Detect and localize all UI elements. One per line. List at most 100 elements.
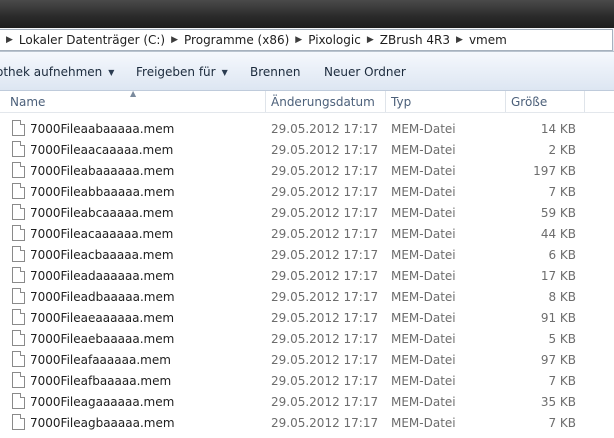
column-divider[interactable] — [584, 91, 585, 112]
file-date: 29.05.2012 17:17 — [271, 374, 379, 388]
file-name: 7000Fileaeaaaaaa.mem — [30, 311, 175, 325]
file-icon — [12, 267, 25, 283]
file-row[interactable]: 7000Fileafaaaaaa.mem 29.05.2012 17:17 ME… — [0, 349, 614, 370]
column-divider[interactable] — [385, 91, 386, 112]
dropdown-arrow-icon: ▼ — [108, 68, 115, 77]
file-icon — [12, 225, 25, 241]
file-row[interactable]: 7000Fileaebaaaaa.mem 29.05.2012 17:17 ME… — [0, 328, 614, 349]
file-row[interactable]: 7000Fileaacaaaaa.mem 29.05.2012 17:17 ME… — [0, 139, 614, 160]
file-row[interactable]: 7000Fileabbaaaaa.mem 29.05.2012 17:17 ME… — [0, 181, 614, 202]
file-icon — [12, 120, 25, 136]
file-date: 29.05.2012 17:17 — [271, 311, 379, 325]
file-row[interactable]: 7000Fileaeaaaaaa.mem 29.05.2012 17:17 ME… — [0, 307, 614, 328]
chevron-right-icon[interactable]: ▶ — [171, 35, 178, 45]
file-date: 29.05.2012 17:17 — [271, 143, 379, 157]
file-row[interactable]: 7000Fileabcaaaaa.mem 29.05.2012 17:17 ME… — [0, 202, 614, 223]
file-icon — [12, 141, 25, 157]
file-name: 7000Fileabaaaaaa.mem — [30, 164, 175, 178]
burn-button[interactable]: Brennen — [250, 65, 300, 79]
file-name: 7000Fileabcaaaaa.mem — [30, 206, 174, 220]
file-size: 6 KB — [548, 248, 576, 262]
file-type: MEM-Datei — [391, 374, 456, 388]
file-type: MEM-Datei — [391, 227, 456, 241]
breadcrumb-item-drive[interactable]: Lokaler Datenträger (C:) — [19, 33, 165, 47]
file-icon — [12, 162, 25, 178]
file-date: 29.05.2012 17:17 — [271, 332, 379, 346]
file-type: MEM-Datei — [391, 290, 456, 304]
chevron-right-icon[interactable]: ▶ — [456, 35, 463, 45]
breadcrumb-item-zbrush[interactable]: ZBrush 4R3 — [380, 33, 450, 47]
file-type: MEM-Datei — [391, 416, 456, 430]
file-type: MEM-Datei — [391, 332, 456, 346]
breadcrumb-item-programme[interactable]: Programme (x86) — [184, 33, 289, 47]
file-row[interactable]: 7000Fileacaaaaaa.mem 29.05.2012 17:17 ME… — [0, 223, 614, 244]
breadcrumb-item-vmem[interactable]: vmem — [469, 33, 507, 47]
file-row[interactable]: 7000Fileadbaaaaa.mem 29.05.2012 17:17 ME… — [0, 286, 614, 307]
file-name: 7000Fileabbaaaaa.mem — [30, 185, 175, 199]
address-bar: ▶ Lokaler Datenträger (C:) ▶ Programme (… — [0, 28, 614, 52]
file-type: MEM-Datei — [391, 164, 456, 178]
file-size: 17 KB — [540, 269, 576, 283]
file-date: 29.05.2012 17:17 — [271, 248, 379, 262]
file-name: 7000Fileaebaaaaa.mem — [30, 332, 175, 346]
file-row[interactable]: 7000Fileagaaaaaa.mem 29.05.2012 17:17 ME… — [0, 391, 614, 412]
file-type: MEM-Datei — [391, 143, 456, 157]
file-name: 7000Fileaabaaaaa.mem — [30, 122, 175, 136]
file-row[interactable]: 7000Fileacbaaaaa.mem 29.05.2012 17:17 ME… — [0, 244, 614, 265]
column-header-date[interactable]: Änderungsdatum — [271, 95, 375, 109]
file-size: 44 KB — [540, 227, 576, 241]
column-divider[interactable] — [505, 91, 506, 112]
file-size: 97 KB — [540, 353, 576, 367]
file-size: 59 KB — [540, 206, 576, 220]
file-size: 197 KB — [533, 164, 576, 178]
file-row[interactable]: 7000Fileafbaaaaa.mem 29.05.2012 17:17 ME… — [0, 370, 614, 391]
breadcrumb-item-pixologic[interactable]: Pixologic — [308, 33, 361, 47]
column-divider[interactable] — [265, 91, 266, 112]
include-in-library-label: othek aufnehmen — [0, 65, 103, 79]
file-type: MEM-Datei — [391, 206, 456, 220]
new-folder-button[interactable]: Neuer Ordner — [324, 65, 406, 79]
file-list: 7000Fileaabaaaaa.mem 29.05.2012 17:17 ME… — [0, 118, 614, 433]
file-icon — [12, 351, 25, 367]
file-icon — [12, 414, 25, 430]
file-icon — [12, 204, 25, 220]
file-row[interactable]: 7000Fileagbaaaaa.mem 29.05.2012 17:17 ME… — [0, 412, 614, 433]
file-name: 7000Fileagaaaaaa.mem — [30, 395, 175, 409]
file-size: 91 KB — [540, 311, 576, 325]
file-date: 29.05.2012 17:17 — [271, 164, 379, 178]
dropdown-arrow-icon: ▼ — [221, 68, 228, 77]
chevron-right-icon[interactable]: ▶ — [6, 35, 13, 45]
include-in-library-button[interactable]: othek aufnehmen ▼ — [0, 65, 114, 79]
file-date: 29.05.2012 17:17 — [271, 206, 379, 220]
file-date: 29.05.2012 17:17 — [271, 122, 379, 136]
file-size: 8 KB — [548, 290, 576, 304]
window-titlebar — [0, 0, 614, 28]
file-type: MEM-Datei — [391, 185, 456, 199]
file-type: MEM-Datei — [391, 269, 456, 283]
file-row[interactable]: 7000Fileabaaaaaa.mem 29.05.2012 17:17 ME… — [0, 160, 614, 181]
file-type: MEM-Datei — [391, 248, 456, 262]
column-header-type[interactable]: Typ — [391, 95, 411, 109]
breadcrumb[interactable]: ▶ Lokaler Datenträger (C:) ▶ Programme (… — [0, 29, 613, 51]
column-header-name[interactable]: Name — [10, 95, 45, 109]
file-name: 7000Fileafaaaaaa.mem — [30, 353, 171, 367]
share-with-label: Freigeben für — [136, 65, 216, 79]
file-size: 7 KB — [548, 416, 576, 430]
share-with-button[interactable]: Freigeben für ▼ — [136, 65, 228, 79]
file-row[interactable]: 7000Fileadaaaaaa.mem 29.05.2012 17:17 ME… — [0, 265, 614, 286]
file-icon — [12, 393, 25, 409]
file-icon — [12, 372, 25, 388]
file-icon — [12, 330, 25, 346]
chevron-right-icon[interactable]: ▶ — [295, 35, 302, 45]
file-type: MEM-Datei — [391, 122, 456, 136]
chevron-right-icon[interactable]: ▶ — [367, 35, 374, 45]
file-icon — [12, 246, 25, 262]
file-row[interactable]: 7000Fileaabaaaaa.mem 29.05.2012 17:17 ME… — [0, 118, 614, 139]
file-type: MEM-Datei — [391, 353, 456, 367]
file-type: MEM-Datei — [391, 311, 456, 325]
file-date: 29.05.2012 17:17 — [271, 227, 379, 241]
column-header-size[interactable]: Größe — [511, 95, 547, 109]
file-name: 7000Fileadbaaaaa.mem — [30, 290, 175, 304]
file-name: 7000Fileacaaaaaa.mem — [30, 227, 174, 241]
file-icon — [12, 309, 25, 325]
